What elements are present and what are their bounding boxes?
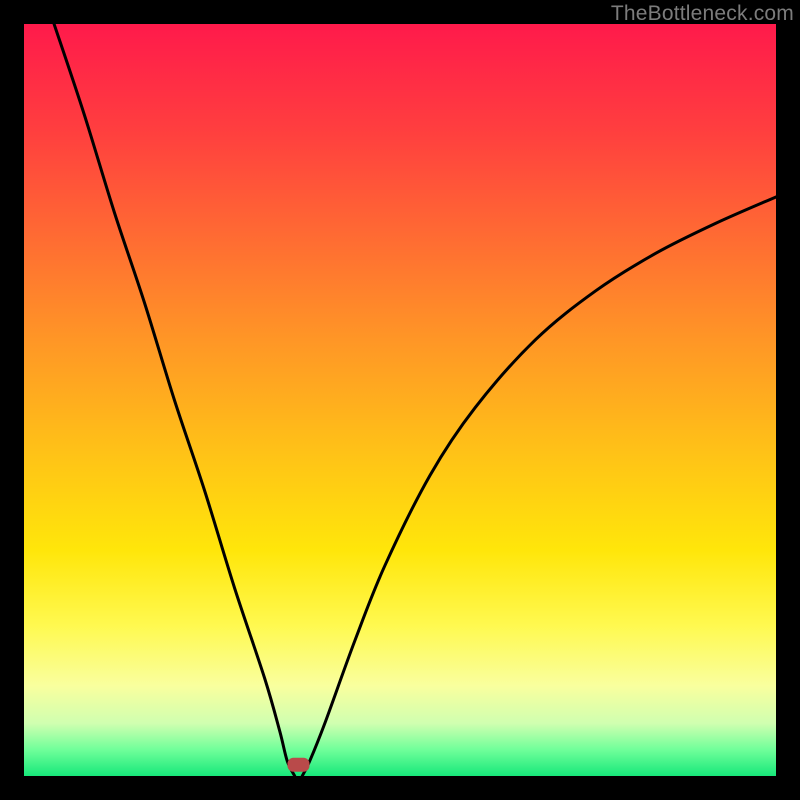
- watermark-text: TheBottleneck.com: [611, 2, 794, 26]
- chart-background: [24, 24, 776, 776]
- optimal-marker: [287, 758, 309, 772]
- chart-svg: [24, 24, 776, 776]
- chart-plot-area: [24, 24, 776, 776]
